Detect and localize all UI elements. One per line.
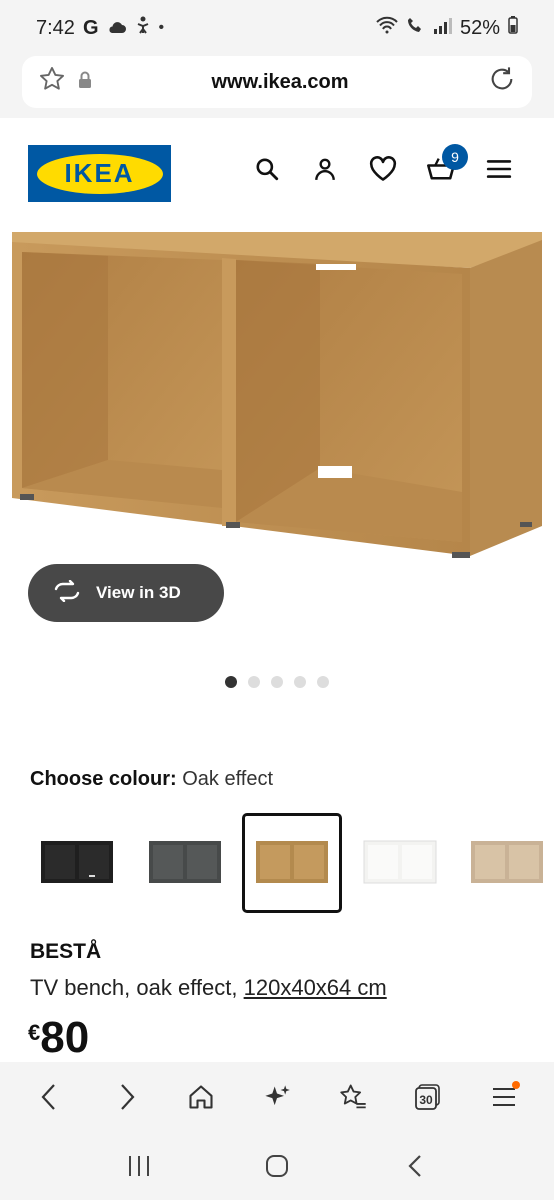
search-icon[interactable] [252,154,282,184]
wifi-icon [376,16,398,40]
swatch-thumbnail [363,840,437,884]
system-nav-bar [0,1132,554,1200]
swatch-thumbnail [41,841,113,883]
heart-icon[interactable] [368,154,398,184]
product-price: € 80 [28,1014,89,1062]
user-icon[interactable] [310,154,340,184]
carousel-dot[interactable] [271,676,283,688]
star-icon[interactable] [38,65,66,100]
back-nav-icon[interactable] [385,1144,445,1188]
logo-text: IKEA [64,158,135,188]
swatch-thumbnail [471,841,543,883]
recents-icon[interactable] [109,1144,169,1188]
status-left: 7:42 G • [36,16,164,40]
dot-icon: • [158,19,165,36]
accessibility-icon [135,16,151,40]
product-image[interactable] [0,230,554,570]
carousel-dot[interactable] [248,676,260,688]
header-icons: 9 [252,144,514,184]
selected-colour-value: Oak effect [182,768,274,790]
browser-toolbar: 30 [0,1062,554,1132]
call-icon [406,16,426,40]
bookmark-add-icon[interactable] [331,1075,375,1119]
tv-bench-illustration [12,232,542,558]
home-button-icon[interactable] [247,1144,307,1188]
product-name: BESTÅ [30,940,102,963]
site-header: IKEA 9 [0,118,554,230]
swatch-oak-effect[interactable] [242,813,342,913]
status-time: 7:42 [36,16,75,39]
menu-icon[interactable] [484,154,514,184]
google-indicator: G [82,16,99,39]
home-icon[interactable] [179,1075,223,1119]
swatch-thumbnail [256,841,328,883]
colour-swatches [27,813,554,915]
carousel-dot[interactable] [225,676,237,688]
carousel-dot[interactable] [294,676,306,688]
swatch-dark-grey[interactable] [135,813,235,913]
swatch-white-stained-oak[interactable] [457,813,554,913]
product-description: TV bench, oak effect, 120x40x64 cm [30,975,387,1001]
signal-icon [433,17,452,40]
reload-icon[interactable] [488,65,516,100]
battery-icon [508,16,518,40]
cart-count-badge: 9 [442,144,468,170]
status-right: 52% [376,16,518,40]
cart-icon[interactable]: 9 [426,144,468,184]
product-dimensions-link[interactable]: 120x40x64 cm [244,975,387,1000]
forward-icon[interactable] [104,1075,148,1119]
choose-colour-label: Choose colour: [30,768,177,790]
product-description-text: TV bench, oak effect, [30,975,238,1000]
swatch-thumbnail [149,841,221,883]
colour-chooser-label: Choose colour: Oak effect [30,768,273,791]
url-text[interactable]: www.ikea.com [92,71,468,94]
view-in-3d-button[interactable]: View in 3D [28,564,224,622]
carousel-dots [225,676,329,688]
battery-percent: 52% [459,16,500,39]
lock-icon [78,71,92,94]
rotate-3d-icon [52,579,82,607]
swatch-black-brown[interactable] [27,813,127,913]
carousel-dot[interactable] [317,676,329,688]
cloud-icon [107,17,127,40]
notification-dot [512,1081,521,1089]
url-bar[interactable]: www.ikea.com [22,56,532,108]
price-amount: 80 [40,1013,90,1062]
swatch-white[interactable] [350,813,450,913]
status-bar: 7:42 G • 52% [0,0,554,56]
view-in-3d-label: View in 3D [96,583,181,602]
back-icon[interactable] [28,1075,72,1119]
price-currency: € [28,1020,41,1045]
more-menu-icon[interactable] [482,1075,526,1119]
tabs-count: 30 [420,1093,434,1107]
sparkle-icon[interactable] [255,1075,299,1119]
browser-url-area: www.ikea.com [0,56,554,118]
logo-oval: IKEA [36,153,163,194]
ikea-logo[interactable]: IKEA [28,145,171,202]
tabs-icon[interactable]: 30 [406,1075,450,1119]
